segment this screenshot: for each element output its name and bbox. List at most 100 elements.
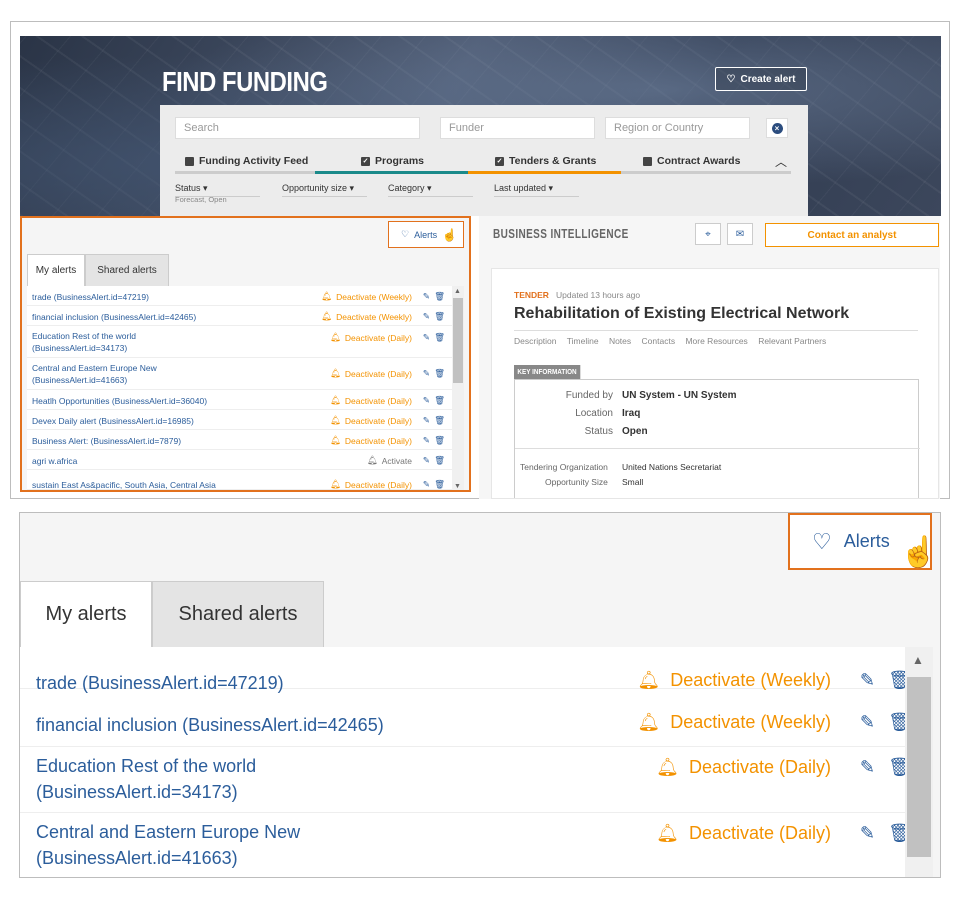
deactivate-button[interactable]: 🔔︎ Deactivate (Daily) <box>330 395 412 406</box>
deactivate-button[interactable]: 🔔︎ Deactivate (Daily) <box>330 368 412 379</box>
edit-icon[interactable]: ✎ <box>423 415 430 426</box>
clear-search-button[interactable]: × <box>766 118 788 138</box>
nav-notes[interactable]: Notes <box>609 336 631 346</box>
tendering-org-label: Tendering Organization <box>520 462 608 472</box>
deactivate-button[interactable]: 🔔︎ Deactivate (Weekly) <box>637 712 831 733</box>
trash-icon[interactable]: 🗑︎ <box>434 455 445 466</box>
tab-tenders-grants[interactable]: ✓ Tenders & Grants <box>495 150 596 172</box>
edit-icon[interactable]: ✎ <box>423 311 430 322</box>
alert-name-link[interactable]: Central and Eastern Europe New (Business… <box>32 362 167 386</box>
category-filter[interactable]: Category ▾ <box>388 183 432 194</box>
list-item: financial inclusion (BusinessAlert.id=42… <box>20 705 911 747</box>
tab-funding-activity-feed[interactable]: Funding Activity Feed <box>185 150 308 172</box>
deactivate-button[interactable]: 🔔︎ Deactivate (Weekly) <box>637 670 831 691</box>
activate-button[interactable]: 🔔︎ Activate <box>367 455 412 466</box>
scroll-up-icon[interactable]: ▲ <box>912 653 924 667</box>
alert-name-link[interactable]: trade (BusinessAlert.id=47219) <box>32 291 149 303</box>
trash-icon[interactable]: 🗑︎ <box>434 395 445 406</box>
alerts-button[interactable]: ♡ Alerts ☝ <box>388 221 464 248</box>
scrollbar-thumb[interactable] <box>453 298 463 383</box>
scrollbar[interactable]: ▲ <box>905 647 933 877</box>
tendering-org-value: United Nations Secretariat <box>622 462 722 472</box>
alert-name-link[interactable]: financial inclusion (BusinessAlert.id=42… <box>32 311 196 323</box>
nav-description[interactable]: Description <box>514 336 557 346</box>
edit-icon[interactable]: ✎ <box>423 435 430 446</box>
tab-my-alerts[interactable]: My alerts <box>20 581 152 647</box>
deactivate-button[interactable]: 🔔︎ Deactivate (Daily) <box>330 435 412 446</box>
tab-my-alerts[interactable]: My alerts <box>27 254 85 286</box>
list-item: Central and Eastern Europe New (Business… <box>20 813 911 877</box>
edit-icon[interactable]: ✎ <box>860 757 875 778</box>
edit-icon[interactable]: ✎ <box>423 395 430 406</box>
deactivate-button[interactable]: 🔔︎ Deactivate (Weekly) <box>321 311 412 322</box>
edit-icon[interactable]: ✎ <box>860 670 875 691</box>
edit-icon[interactable]: ✎ <box>860 823 875 844</box>
tab-shared-alerts[interactable]: Shared alerts <box>85 254 169 286</box>
region-input[interactable]: Region or Country <box>605 117 750 139</box>
tab-contract-awards[interactable]: Contract Awards <box>643 150 740 172</box>
alert-name-link[interactable]: Devex Daily alert (BusinessAlert.id=1698… <box>32 415 194 427</box>
trash-icon[interactable]: 🗑︎ <box>434 415 445 426</box>
crosshair-icon[interactable]: ⌖ <box>695 223 721 245</box>
funder-input[interactable]: Funder <box>440 117 595 139</box>
alert-name-link[interactable]: trade (BusinessAlert.id=47219) <box>36 670 284 696</box>
scroll-up-icon[interactable]: ▲ <box>454 288 461 295</box>
deactivate-button[interactable]: 🔔︎ Deactivate (Weekly) <box>321 291 412 302</box>
checkbox-icon <box>643 156 652 166</box>
hand-cursor-icon: ☝ <box>442 227 458 242</box>
trash-icon[interactable]: 🗑︎ <box>434 311 445 322</box>
scrollbar-thumb[interactable] <box>907 677 931 857</box>
alert-name-link[interactable]: Heatlh Opportunities (BusinessAlert.id=3… <box>32 395 207 407</box>
edit-icon[interactable]: ✎ <box>423 332 430 343</box>
chevron-up-icon[interactable]: ︿ <box>775 150 787 172</box>
edit-icon[interactable]: ✎ <box>423 291 430 302</box>
status-value: Open <box>622 426 648 437</box>
trash-icon[interactable]: 🗑︎ <box>434 368 445 379</box>
edit-icon[interactable]: ✎ <box>423 479 430 490</box>
alert-id-line: (BusinessAlert.id=41663) <box>36 848 238 868</box>
deactivate-button[interactable]: 🔔︎ Deactivate (Daily) <box>656 757 831 778</box>
envelope-icon[interactable]: ✉ <box>727 223 753 245</box>
trash-icon[interactable]: 🗑︎ <box>434 435 445 446</box>
create-alert-button[interactable]: ♡ Create alert <box>715 67 807 91</box>
alert-name-link[interactable]: Education Rest of the world (BusinessAle… <box>32 330 167 354</box>
checkbox-icon <box>185 156 194 166</box>
edit-icon[interactable]: ✎ <box>860 712 875 733</box>
opportunity-size-value: Small <box>622 477 644 487</box>
contact-analyst-button[interactable]: Contact an analyst <box>765 223 939 247</box>
hand-cursor-icon: ☝ <box>900 536 938 569</box>
alert-name-link[interactable]: Central and Eastern Europe New (Business… <box>36 819 300 871</box>
list-item: Education Rest of the world (BusinessAle… <box>27 326 452 358</box>
deactivate-button[interactable]: 🔔︎ Deactivate (Daily) <box>330 332 412 343</box>
deactivate-button[interactable]: 🔔︎ Deactivate (Daily) <box>656 823 831 844</box>
trash-icon[interactable]: 🗑︎ <box>434 291 445 302</box>
alert-action-label: Deactivate (Daily) <box>344 479 412 490</box>
tab-label: Contract Awards <box>657 155 741 167</box>
filter-divider <box>282 196 367 197</box>
edit-icon[interactable]: ✎ <box>423 455 430 466</box>
alert-name-link[interactable]: agri w.africa <box>32 455 77 467</box>
trash-icon[interactable]: 🗑︎ <box>434 332 445 343</box>
business-intelligence-panel: BUSINESS INTELLIGENCE ⌖ ✉ Contact an ana… <box>479 216 940 499</box>
alert-name-link[interactable]: financial inclusion (BusinessAlert.id=42… <box>36 712 384 738</box>
status-filter[interactable]: Status ▾ <box>175 183 208 194</box>
tab-programs[interactable]: ✓ Programs <box>361 150 424 172</box>
nav-timeline[interactable]: Timeline <box>567 336 599 346</box>
tab-shared-alerts[interactable]: Shared alerts <box>152 581 324 647</box>
trash-icon[interactable]: 🗑︎ <box>434 479 445 490</box>
deactivate-button[interactable]: 🔔︎ Deactivate (Daily) <box>330 415 412 426</box>
bell-icon: 🔔︎ <box>321 291 333 301</box>
scroll-down-icon[interactable]: ▼ <box>454 483 461 490</box>
last-updated-filter[interactable]: Last updated ▾ <box>494 183 553 194</box>
edit-icon[interactable]: ✎ <box>423 368 430 379</box>
nav-more-resources[interactable]: More Resources <box>685 336 747 346</box>
alert-name-link[interactable]: sustain East As&pacific, South Asia, Cen… <box>32 479 216 490</box>
opportunity-size-filter[interactable]: Opportunity size ▾ <box>282 183 354 194</box>
alert-name-link[interactable]: Business Alert: (BusinessAlert.id=7879) <box>32 435 181 447</box>
nav-relevant-partners[interactable]: Relevant Partners <box>758 336 826 346</box>
scrollbar[interactable]: ▲ ▼ <box>452 286 464 490</box>
nav-contacts[interactable]: Contacts <box>642 336 676 346</box>
search-input[interactable]: Search <box>175 117 420 139</box>
deactivate-button[interactable]: 🔔︎ Deactivate (Daily) <box>330 479 412 490</box>
alert-name-link[interactable]: Education Rest of the world (BusinessAle… <box>36 753 256 805</box>
